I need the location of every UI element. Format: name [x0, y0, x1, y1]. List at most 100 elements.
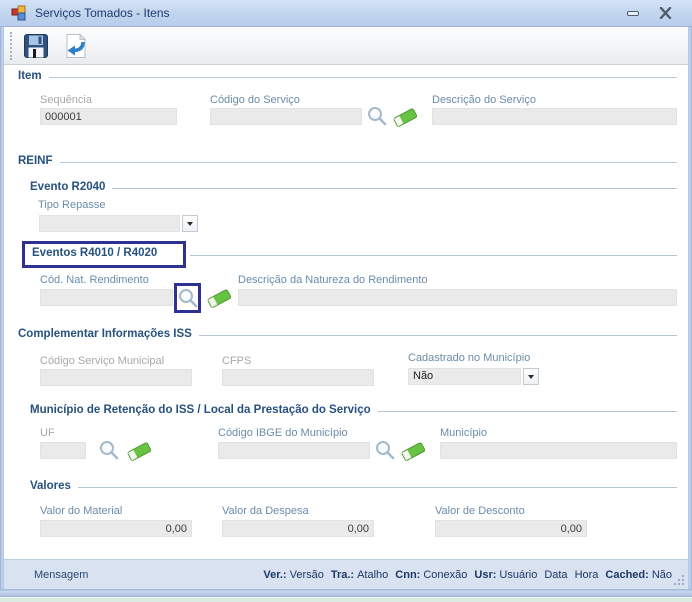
section-valores-title: Valores [30, 480, 71, 492]
search-icon [100, 441, 119, 460]
section-divider [377, 411, 677, 412]
chevron-down-icon [528, 374, 534, 379]
codigo-servico-search-button[interactable] [366, 105, 388, 127]
cod-nat-rendimento-input[interactable] [40, 289, 173, 306]
toolbar [4, 27, 688, 65]
minimize-button[interactable] [622, 4, 644, 22]
valor-desconto-input[interactable] [435, 520, 587, 537]
codigo-ibge-clear-button[interactable] [400, 440, 426, 462]
eraser-icon [393, 108, 418, 127]
cfps-label: CFPS [222, 355, 252, 367]
codigo-servico-municipal-label: Código Serviço Municipal [40, 355, 165, 367]
status-cnn-value: Conexão [423, 569, 468, 581]
section-reinf-title: REINF [18, 155, 53, 167]
cadastrado-municipio-label: Cadastrado no Município [408, 352, 531, 364]
tipo-repasse-dropdown-button[interactable] [182, 215, 198, 232]
valor-material-label: Valor do Material [40, 505, 123, 517]
save-button[interactable] [19, 30, 53, 62]
eraser-icon [127, 442, 152, 461]
section-divider [77, 487, 677, 488]
codigo-ibge-label: Código IBGE do Município [218, 427, 348, 439]
form-content: Item Sequência Código do Serviço Descriç… [4, 65, 688, 559]
section-r2040-header: Evento R2040 [30, 181, 677, 193]
codigo-servico-label: Código do Serviço [210, 94, 300, 106]
uf-input[interactable] [40, 442, 86, 459]
titlebar: Serviços Tomados - Itens [0, 0, 692, 27]
municipio-label: Município [440, 427, 488, 439]
status-cached: Cached: Não [605, 569, 672, 581]
status-cnn-label: Cnn: [395, 569, 421, 581]
window-title: Serviços Tomados - Itens [35, 6, 170, 20]
status-data: Data [544, 569, 567, 581]
descricao-servico-input[interactable] [432, 108, 677, 125]
tipo-repasse-label: Tipo Repasse [38, 199, 106, 211]
cod-nat-rendimento-clear-button[interactable] [206, 287, 232, 309]
section-r2040-title: Evento R2040 [30, 181, 106, 193]
search-icon [179, 289, 198, 308]
chevron-down-icon [187, 221, 193, 226]
section-iss-header: Complementar Informações ISS [18, 328, 677, 340]
section-municipio-title: Município de Retenção do ISS / Local da … [30, 404, 371, 416]
codigo-ibge-search-button[interactable] [374, 439, 396, 461]
section-item-header: Item [18, 70, 677, 82]
descricao-natureza-input[interactable] [238, 289, 677, 306]
status-tra-label: Tra.: [330, 569, 355, 581]
return-button[interactable] [59, 30, 93, 62]
cadastrado-municipio-combobox[interactable]: Não [408, 368, 521, 385]
window: Serviços Tomados - Itens Item Sequência … [0, 0, 692, 602]
window-border-right [688, 0, 692, 597]
codigo-ibge-input[interactable] [218, 442, 370, 459]
codigo-servico-input[interactable] [210, 108, 362, 125]
status-hora-value: Hora [574, 569, 599, 581]
codigo-servico-clear-button[interactable] [392, 106, 418, 128]
section-valores-header: Valores [30, 480, 677, 492]
status-usr: Usr: Usuário [474, 569, 537, 581]
floppy-disk-icon [24, 33, 48, 58]
background-strip [0, 597, 692, 602]
section-item-title: Item [18, 70, 42, 82]
municipio-input[interactable] [440, 442, 677, 459]
minimize-icon [627, 10, 639, 16]
window-border-bottom [0, 589, 692, 597]
descricao-natureza-label: Descrição da Natureza do Rendimento [238, 274, 428, 286]
tipo-repasse-combobox[interactable] [39, 215, 180, 232]
valor-material-input[interactable] [40, 520, 192, 537]
valor-despesa-label: Valor da Despesa [222, 505, 309, 517]
status-usr-value: Usuário [499, 569, 538, 581]
codigo-servico-municipal-input[interactable] [40, 369, 192, 386]
cod-nat-rendimento-search-button[interactable] [177, 287, 199, 309]
section-divider [190, 255, 677, 256]
status-version-value: Versão [289, 569, 324, 581]
valor-despesa-input[interactable] [222, 520, 374, 537]
section-reinf-header: REINF [18, 155, 677, 167]
close-button[interactable] [654, 4, 676, 22]
statusbar: Mensagem Ver.: Versão Tra.: Atalho Cnn: Con… [4, 559, 688, 589]
status-info: Ver.: Versão Tra.: Atalho Cnn: Conexão Usr:… [263, 569, 672, 581]
status-message: Mensagem [34, 569, 89, 581]
sequencia-input[interactable] [40, 108, 177, 125]
uf-search-button[interactable] [98, 439, 120, 461]
status-cached-label: Cached: [605, 569, 649, 581]
page-return-arrow-icon [66, 32, 87, 58]
descricao-servico-label: Descrição do Serviço [432, 94, 536, 106]
resize-grip[interactable] [673, 574, 685, 586]
status-cached-value: Não [651, 569, 672, 581]
section-divider [59, 162, 677, 163]
status-tra-value: Atalho [357, 569, 389, 581]
eraser-icon [401, 442, 426, 461]
window-border-left [0, 0, 4, 597]
uf-clear-button[interactable] [126, 440, 152, 462]
cod-nat-rendimento-label: Cód. Nat. Rendimento [40, 274, 149, 286]
cfps-input[interactable] [222, 369, 374, 386]
status-version-label: Ver.: [263, 569, 287, 581]
sequencia-label: Sequência [40, 94, 92, 106]
status-data-value: Data [544, 569, 568, 581]
search-icon [368, 107, 387, 126]
section-divider [112, 188, 677, 189]
cadastrado-municipio-dropdown-button[interactable] [523, 368, 539, 385]
close-icon [659, 7, 671, 19]
toolbar-grip[interactable] [10, 31, 13, 60]
eraser-icon [207, 289, 232, 308]
status-version: Ver.: Versão [263, 569, 324, 581]
section-iss-title: Complementar Informações ISS [18, 328, 192, 340]
